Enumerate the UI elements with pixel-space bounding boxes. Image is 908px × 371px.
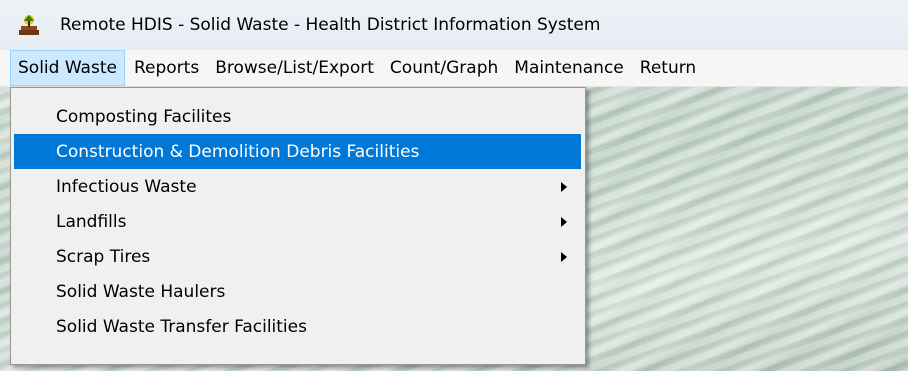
- menu-item-label: Solid Waste Transfer Facilities: [56, 316, 307, 337]
- app-window: Remote HDIS - Solid Waste - Health Distr…: [0, 0, 908, 371]
- window-title: Remote HDIS - Solid Waste - Health Distr…: [60, 15, 601, 35]
- menu-item-label: Construction & Demolition Debris Facilit…: [56, 141, 420, 162]
- hdis-app-icon[interactable]: [16, 12, 42, 38]
- menu-solid-waste[interactable]: Solid Waste: [10, 50, 125, 86]
- menu-item-construction-demolition-debris-facilities[interactable]: Construction & Demolition Debris Facilit…: [14, 134, 581, 169]
- menu-item-landfills[interactable]: Landfills: [14, 204, 581, 239]
- menu-item-scrap-tires[interactable]: Scrap Tires: [14, 239, 581, 274]
- menu-item-solid-waste-haulers[interactable]: Solid Waste Haulers: [14, 274, 581, 309]
- solid-waste-dropdown-menu: Composting Facilites Construction & Demo…: [10, 87, 586, 365]
- menu-browse-list-export[interactable]: Browse/List/Export: [208, 50, 381, 86]
- menu-item-solid-waste-transfer-facilities[interactable]: Solid Waste Transfer Facilities: [14, 309, 581, 344]
- menu-reports[interactable]: Reports: [127, 50, 206, 86]
- menu-item-label: Solid Waste Haulers: [56, 281, 226, 302]
- menu-item-label: Infectious Waste: [56, 176, 197, 197]
- submenu-arrow-icon: [561, 251, 567, 262]
- menu-return[interactable]: Return: [633, 50, 703, 86]
- menu-count-graph[interactable]: Count/Graph: [383, 50, 505, 86]
- menu-item-composting-facilities[interactable]: Composting Facilites: [14, 99, 581, 134]
- submenu-arrow-icon: [561, 181, 567, 192]
- menu-bar: Solid Waste Reports Browse/List/Export C…: [0, 50, 908, 87]
- title-bar[interactable]: Remote HDIS - Solid Waste - Health Distr…: [0, 0, 908, 50]
- menu-item-label: Composting Facilites: [56, 106, 232, 127]
- submenu-arrow-icon: [561, 216, 567, 227]
- menu-item-infectious-waste[interactable]: Infectious Waste: [14, 169, 581, 204]
- menu-item-label: Scrap Tires: [56, 246, 151, 267]
- menu-item-label: Landfills: [56, 211, 127, 232]
- menu-maintenance[interactable]: Maintenance: [507, 50, 630, 86]
